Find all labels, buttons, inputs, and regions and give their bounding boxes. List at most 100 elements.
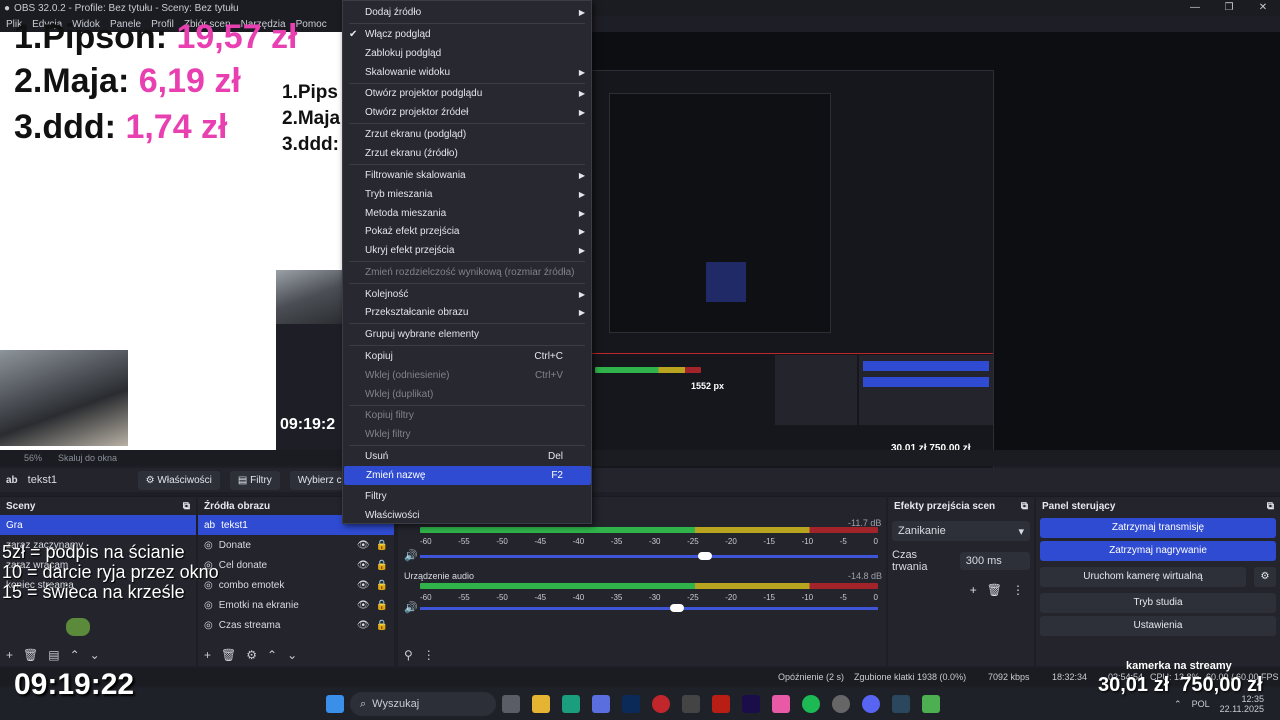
volume-slider[interactable] xyxy=(420,604,878,612)
menu-item-blend-method[interactable]: Metoda mieszania ▶ xyxy=(343,204,591,223)
up-arrow-icon[interactable]: ⌃ xyxy=(70,648,80,662)
speaker-icon[interactable]: 🔊 xyxy=(404,601,418,614)
stop-recording-button[interactable]: Zatrzymaj nagrywanie xyxy=(1040,541,1276,561)
down-arrow-icon[interactable]: ⌄ xyxy=(287,648,297,662)
lock-icon[interactable]: 🔒 xyxy=(376,560,388,571)
trash-icon[interactable]: 🗑 xyxy=(23,648,38,662)
menu-item-order[interactable]: Kolejność ▶ xyxy=(343,285,591,304)
app-icon[interactable] xyxy=(922,695,940,713)
filters-button[interactable]: ▤ Filtry xyxy=(229,470,280,490)
filter-icon[interactable]: ▤ xyxy=(48,648,59,662)
edge-icon[interactable] xyxy=(562,695,580,713)
illustrator-icon[interactable] xyxy=(712,695,730,713)
menu-item-preview-scaling[interactable]: Skalowanie widoku ▶ xyxy=(343,63,591,82)
eye-icon[interactable]: 👁 xyxy=(357,560,370,571)
menu-item-screenshot-preview[interactable]: Zrzut ekranu (podgląd) xyxy=(343,125,591,144)
source-item[interactable]: ◎ combo emotek 👁 🔒 xyxy=(198,575,394,595)
gear-icon[interactable]: ⚙ xyxy=(246,648,257,662)
source-item[interactable]: ◎ Emotki na ekranie 👁 🔒 xyxy=(198,595,394,615)
close-icon[interactable]: ✕ xyxy=(1246,0,1280,16)
gear-icon[interactable]: ⚙ xyxy=(1254,567,1276,587)
clock[interactable]: 12:35 22.11.2025 xyxy=(1220,694,1264,714)
lock-icon[interactable]: 🔒 xyxy=(376,620,388,631)
lock-icon[interactable]: 🔒 xyxy=(376,600,388,611)
scale-mode[interactable]: Skaluj do okna xyxy=(58,453,117,463)
menu-item-blend-mode[interactable]: Tryb mieszania ▶ xyxy=(343,185,591,204)
properties-button[interactable]: ⚙ Właściwości xyxy=(137,470,220,490)
select-font-button[interactable]: Wybierz czcionkę xyxy=(289,470,346,490)
menu-help[interactable]: Pomoc xyxy=(296,19,327,30)
menu-item-scale-filtering[interactable]: Filtrowanie skalowania ▶ xyxy=(343,166,591,185)
menu-item-screenshot-source[interactable]: Zrzut ekranu (źródło) xyxy=(343,144,591,163)
up-arrow-icon[interactable]: ⌃ xyxy=(267,648,277,662)
volume-slider[interactable] xyxy=(420,552,878,560)
menu-item-enable-preview[interactable]: ✔ Włącz podgląd xyxy=(343,25,591,44)
menu-item-hide-transition[interactable]: Ukryj efekt przejścia ▶ xyxy=(343,241,591,260)
maximize-icon[interactable]: ❐ xyxy=(1212,0,1246,16)
volume-handle[interactable] xyxy=(670,604,684,612)
menu-item-lock-preview[interactable]: Zablokuj podgląd xyxy=(343,44,591,63)
eye-icon[interactable]: 👁 xyxy=(357,540,370,551)
undock-icon[interactable]: ⧉ xyxy=(1021,501,1028,512)
source-item[interactable]: ◎ Donate 👁 🔒 xyxy=(198,535,394,555)
source-item[interactable]: ◎ Cel donate 👁 🔒 xyxy=(198,555,394,575)
undock-icon[interactable]: ⧉ xyxy=(183,501,190,512)
menu-item-preview-projector[interactable]: Otwórz projektor podglądu ▶ xyxy=(343,84,591,103)
add-icon[interactable]: + xyxy=(6,648,13,662)
volume-handle[interactable] xyxy=(698,552,712,560)
settings-button[interactable]: Ustawienia xyxy=(1040,616,1276,636)
taskview-icon[interactable] xyxy=(502,695,520,713)
trash-icon[interactable]: 🗑 xyxy=(987,583,1002,597)
duration-input[interactable]: 300 ms xyxy=(959,552,1030,570)
steam-icon[interactable] xyxy=(892,695,910,713)
discord-icon[interactable] xyxy=(862,695,880,713)
start-virtual-camera-button[interactable]: Uruchom kamerę wirtualną xyxy=(1040,567,1246,587)
menu-item-show-transition[interactable]: Pokaż efekt przejścia ▶ xyxy=(343,222,591,241)
zoom-level[interactable]: 56% xyxy=(24,453,42,463)
minimize-icon[interactable]: — xyxy=(1178,0,1212,16)
down-arrow-icon[interactable]: ⌄ xyxy=(90,648,100,662)
undock-icon[interactable]: ⧉ xyxy=(1267,501,1274,512)
studio-mode-button[interactable]: Tryb studia xyxy=(1040,593,1276,613)
menu-item-remove[interactable]: Usuń Del xyxy=(343,447,591,466)
transition-select[interactable]: Zanikanie ▾ xyxy=(892,521,1030,541)
eye-icon[interactable]: 👁 xyxy=(357,580,370,591)
add-icon[interactable]: + xyxy=(204,648,211,662)
taskbar-search[interactable]: ⌕ Wyszukaj xyxy=(350,692,496,716)
speaker-icon[interactable]: 🔊 xyxy=(404,549,418,562)
preview-canvas[interactable]: 1.Pipson: 19,57 zł 2.Maja: 6,19 zł 3.ddd… xyxy=(0,18,1280,478)
menu-item-rename[interactable]: Zmień nazwę F2 xyxy=(344,466,591,485)
menu-item-properties[interactable]: Właściwości xyxy=(343,506,591,525)
trash-icon[interactable]: 🗑 xyxy=(221,648,236,662)
stop-streaming-button[interactable]: Zatrzymaj transmisję xyxy=(1040,518,1276,538)
lock-icon[interactable]: 🔒 xyxy=(376,580,388,591)
language-indicator[interactable]: POL xyxy=(1192,699,1210,709)
folder-icon[interactable] xyxy=(532,695,550,713)
store-icon[interactable] xyxy=(592,695,610,713)
chevron-right-icon: ▶ xyxy=(578,190,585,199)
more-icon[interactable]: ⋮ xyxy=(1012,583,1024,597)
spotify-icon[interactable] xyxy=(802,695,820,713)
photoshop-icon[interactable] xyxy=(622,695,640,713)
scene-item[interactable]: Gra xyxy=(0,515,196,535)
eye-icon[interactable]: 👁 xyxy=(357,600,370,611)
tray-chevron-icon[interactable]: ⌃ xyxy=(1174,699,1182,710)
opera-icon[interactable] xyxy=(652,695,670,713)
source-item[interactable]: ◎ Czas streama 👁 🔒 xyxy=(198,615,394,635)
app-icon[interactable] xyxy=(682,695,700,713)
obs-icon[interactable] xyxy=(832,695,850,713)
add-icon[interactable]: + xyxy=(970,583,977,597)
premiere-icon[interactable] xyxy=(742,695,760,713)
app-icon[interactable] xyxy=(772,695,790,713)
start-icon[interactable] xyxy=(326,695,344,713)
menu-item-filters[interactable]: Filtry xyxy=(343,487,591,506)
eye-icon[interactable]: 👁 xyxy=(357,620,370,631)
lock-icon[interactable]: 🔒 xyxy=(376,540,388,551)
menu-item-group-selected[interactable]: Grupuj wybrane elementy xyxy=(343,325,591,344)
menu-item-source-projector[interactable]: Otwórz projektor źródeł ▶ xyxy=(343,103,591,122)
menu-item-add-source[interactable]: Dodaj źródło ▶ xyxy=(343,3,591,22)
menu-item-copy[interactable]: Kopiuj Ctrl+C xyxy=(343,347,591,366)
more-icon[interactable]: ⋮ xyxy=(423,648,435,662)
link-icon[interactable]: ⚲ xyxy=(404,648,413,662)
menu-item-transform[interactable]: Przekształcanie obrazu ▶ xyxy=(343,303,591,322)
